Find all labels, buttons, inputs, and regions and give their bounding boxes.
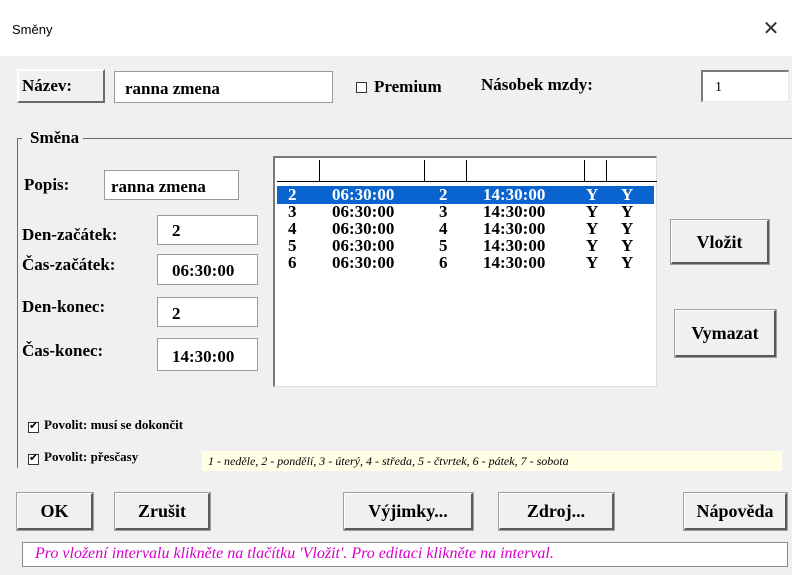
premium-checkbox[interactable] xyxy=(356,80,367,98)
day-legend: 1 - neděle, 2 - pondělí, 3 - úterý, 4 - … xyxy=(202,451,782,471)
end-time-field[interactable]: 14:30:00 xyxy=(157,338,258,371)
name-label: Název: xyxy=(22,76,73,95)
start-day-label: Den-začátek: xyxy=(22,225,118,244)
exceptions-button[interactable]: Výjimky... xyxy=(343,492,474,531)
check-icon[interactable] xyxy=(28,451,39,465)
shift-group-label: Směna xyxy=(22,128,84,148)
close-icon: ✕ xyxy=(762,18,780,40)
column-header[interactable] xyxy=(320,160,425,182)
multiplier-field[interactable]: 1 xyxy=(701,70,789,102)
interval-end-time: 14:30:00 xyxy=(483,253,546,272)
column-header[interactable] xyxy=(585,160,607,182)
premium-checkbox-box[interactable] xyxy=(356,82,367,93)
shift-group-frame-left xyxy=(17,138,18,468)
interval-list[interactable]: 2 06:30:00 2 14:30:00 Y Y 3 06:30:00 3 14:30:00 Y Y… xyxy=(273,156,657,387)
interval-start-time: 06:30:00 xyxy=(332,253,395,272)
interval-row[interactable]: 6 06:30:00 6 14:30:00 Y Y xyxy=(277,254,654,272)
start-time-field[interactable]: 06:30:00 xyxy=(157,254,258,285)
end-day-field[interactable]: 2 xyxy=(157,297,258,327)
column-header[interactable] xyxy=(607,160,657,182)
title-bar xyxy=(0,0,792,56)
allow-finish-label: Povolit: musí se dokončit xyxy=(44,417,184,432)
ok-button[interactable]: OK xyxy=(16,492,94,531)
cancel-button[interactable]: Zrušit xyxy=(114,492,211,531)
allow-overtime-label: Povolit: přesčasy xyxy=(44,449,139,464)
shift-group-frame xyxy=(17,138,792,139)
interval-flag-b: Y xyxy=(621,253,634,272)
interval-start-day: 6 xyxy=(288,253,297,272)
interval-flag-a: Y xyxy=(586,253,599,272)
start-time-label: Čas-začátek: xyxy=(22,255,116,274)
check-icon[interactable] xyxy=(28,419,39,433)
allow-finish-checkbox[interactable] xyxy=(28,419,39,438)
interval-list-header xyxy=(277,160,657,182)
source-button[interactable]: Zdroj... xyxy=(498,492,615,531)
window-title: Směny xyxy=(12,22,53,37)
close-button[interactable]: ✕ xyxy=(756,14,786,44)
delete-button[interactable]: Vymazat xyxy=(674,309,777,358)
start-day-field[interactable]: 2 xyxy=(157,215,258,245)
name-label-box: Název: xyxy=(17,69,105,103)
description-field[interactable]: ranna zmena xyxy=(104,170,239,200)
insert-button[interactable]: Vložit xyxy=(670,219,770,265)
end-day-label: Den-konec: xyxy=(22,297,106,316)
multiplier-label: Násobek mzdy: xyxy=(481,75,593,94)
name-field[interactable]: ranna zmena xyxy=(114,71,333,103)
column-header[interactable] xyxy=(425,160,467,182)
end-time-label: Čas-konec: xyxy=(22,341,104,360)
description-label: Popis: xyxy=(24,175,70,194)
column-header[interactable] xyxy=(277,160,320,182)
status-message: Pro vložení intervalu klikněte na tlačít… xyxy=(22,542,788,567)
help-button[interactable]: Nápověda xyxy=(683,492,788,531)
column-header[interactable] xyxy=(467,160,585,182)
interval-end-day: 6 xyxy=(439,253,448,272)
allow-overtime-checkbox[interactable] xyxy=(28,451,39,470)
premium-label: Premium xyxy=(374,77,442,96)
